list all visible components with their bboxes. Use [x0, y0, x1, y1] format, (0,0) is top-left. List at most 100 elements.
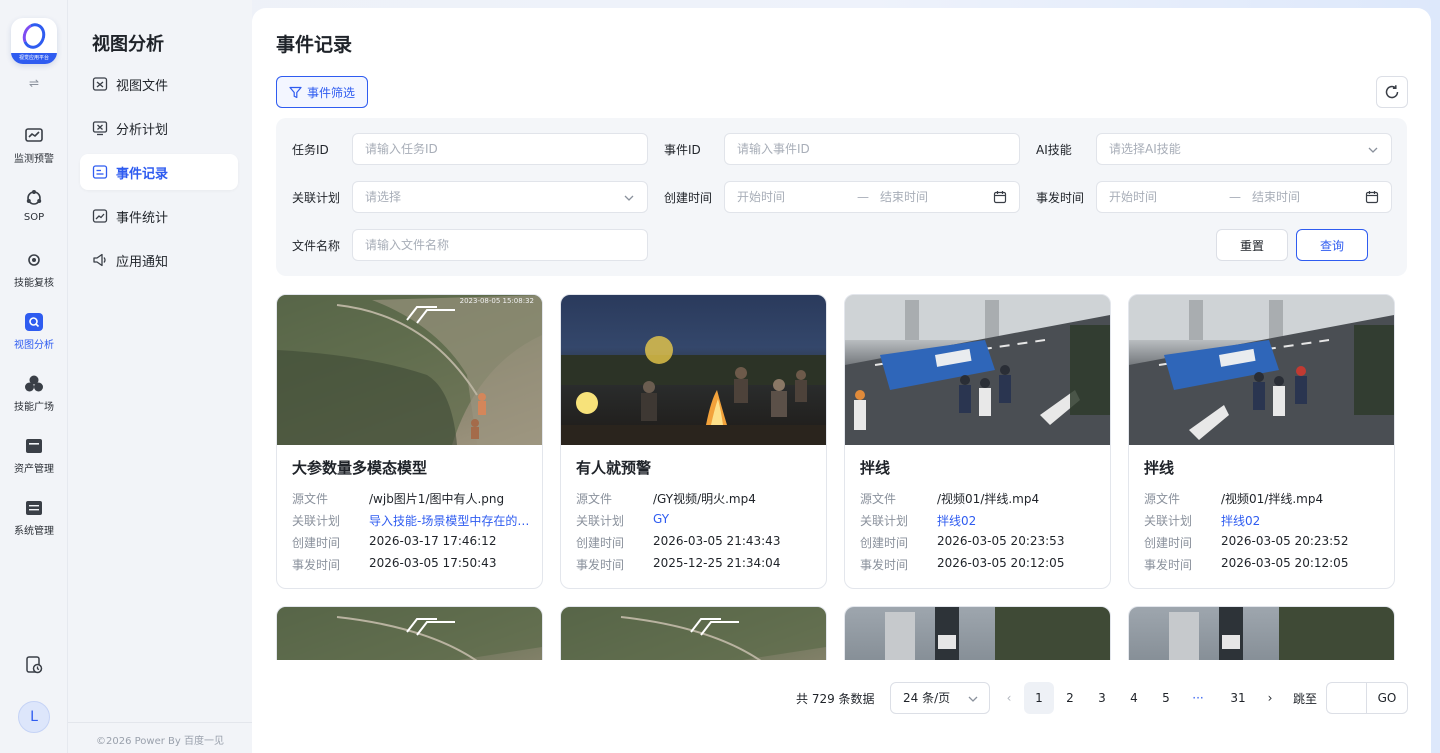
card-title: 大参数量多模态模型	[292, 459, 428, 477]
event-id-input[interactable]	[737, 134, 1019, 164]
ai-skill-label: AI技能	[1036, 143, 1072, 157]
collapse-toggle-icon[interactable]: ⇌	[22, 76, 46, 92]
refresh-button[interactable]	[1376, 76, 1408, 108]
page-button[interactable]: 3	[1087, 682, 1117, 714]
review-icon	[28, 254, 40, 266]
subnav-item-files[interactable]: 视图文件	[80, 66, 238, 102]
meta-key: 创建时间	[1144, 536, 1193, 550]
rail-item-monitor[interactable]: 监测预警	[0, 126, 68, 178]
rail-item-skill-plaza[interactable]: 技能广场	[0, 374, 68, 426]
monitor-icon	[25, 128, 43, 142]
file-name-field[interactable]	[352, 229, 648, 261]
river-scene	[561, 607, 826, 660]
rail-item-label: 监测预警	[14, 154, 54, 165]
page-button[interactable]: 2	[1055, 682, 1085, 714]
page-ellipsis[interactable]: ···	[1183, 682, 1213, 714]
calendar-icon	[993, 191, 1007, 204]
meta-value: 2026-03-05 20:23:52	[1221, 534, 1349, 548]
meta-value: /GY视频/明火.mp4	[653, 492, 756, 506]
occurred-end[interactable]: 结束时间	[1252, 182, 1300, 212]
avatar[interactable]: L	[18, 701, 50, 733]
page-button[interactable]: 31	[1223, 682, 1253, 714]
page-size-select[interactable]: 24 条/页	[890, 682, 990, 714]
ai-skill-select[interactable]: 请选择AI技能	[1096, 133, 1392, 165]
rail-item-label: SOP	[23, 212, 45, 223]
ai-skill-placeholder: 请选择AI技能	[1109, 142, 1181, 156]
go-button[interactable]: GO	[1366, 682, 1408, 714]
secondary-nav: 视图分析 视图文件 分析计划 事件记录 事件统计 应用通知 ©2026 Powe…	[68, 0, 252, 753]
meta-key: 关联计划	[292, 514, 341, 528]
jump-page-input[interactable]	[1327, 683, 1366, 713]
prev-page-icon[interactable]: ‹	[994, 682, 1024, 714]
system-icon	[26, 501, 42, 515]
event-card[interactable]: 2023-08-05 15:08:32 大参数量多模态模型 源文件/wjb图片1…	[276, 294, 543, 589]
subnav-item-records[interactable]: 事件记录	[80, 154, 238, 190]
subnav-item-label: 视图文件	[116, 78, 169, 94]
stats-icon	[92, 209, 108, 223]
plan-placeholder: 请选择	[365, 190, 402, 204]
history-icon[interactable]	[24, 655, 44, 675]
rail-item-view-analysis[interactable]: 视图分析	[0, 312, 68, 364]
rail-item-sop[interactable]: SOP	[0, 188, 68, 240]
card-title: 拌线	[860, 459, 891, 477]
plan-select[interactable]: 请选择	[352, 181, 648, 213]
created-start[interactable]: 开始时间	[737, 182, 785, 212]
event-id-field[interactable]	[724, 133, 1020, 165]
created-time-range[interactable]: 开始时间 — 结束时间	[724, 181, 1020, 213]
occurred-start[interactable]: 开始时间	[1109, 182, 1157, 212]
subnav-item-label: 分析计划	[116, 122, 169, 138]
card-title: 拌线	[1144, 459, 1175, 477]
city-scene	[885, 607, 1110, 660]
rail-item-system[interactable]: 系统管理	[0, 498, 68, 550]
meta-key: 关联计划	[1144, 514, 1193, 528]
main-panel: 事件记录 事件筛选 任务ID 事件ID AI技能 请选择AI技能 关联计划 请选…	[252, 8, 1431, 753]
event-card[interactable]	[276, 606, 543, 660]
occurred-time-range[interactable]: 开始时间 — 结束时间	[1096, 181, 1392, 213]
task-id-field[interactable]	[352, 133, 648, 165]
meta-value: 2026-03-05 20:12:05	[937, 556, 1065, 570]
event-card[interactable]	[560, 606, 827, 660]
logo-tag: 视觉应用平台	[11, 53, 57, 64]
event-card[interactable]: 拌线 源文件/视频01/拌线.mp4 关联计划 拌线02 创建时间 2026-03-…	[844, 294, 1111, 589]
file-name-input[interactable]	[365, 230, 647, 260]
meta-key: 关联计划	[860, 514, 909, 528]
event-card[interactable]	[1128, 606, 1395, 660]
subnav-item-notify[interactable]: 应用通知	[80, 242, 238, 278]
subnav-item-stats[interactable]: 事件统计	[80, 198, 238, 234]
page-button[interactable]: 4	[1119, 682, 1149, 714]
task-id-input[interactable]	[365, 134, 647, 164]
created-end[interactable]: 结束时间	[880, 182, 928, 212]
chevron-down-icon	[968, 696, 978, 702]
rail-item-review[interactable]: 技能复核	[0, 250, 68, 302]
subnav-item-plan[interactable]: 分析计划	[80, 110, 238, 146]
filter-icon	[289, 86, 302, 98]
page-button[interactable]: 1	[1024, 682, 1054, 714]
meta-key: 源文件	[576, 492, 613, 506]
plan-link[interactable]: 拌线02	[937, 512, 1099, 529]
left-rail: 视觉应用平台 ⇌ 监测预警 SOP 技能复核 视图分析 技能广场 资产管理 系统…	[0, 0, 68, 753]
reset-button[interactable]: 重置	[1216, 229, 1288, 261]
query-button[interactable]: 查询	[1296, 229, 1368, 261]
plan-link[interactable]: GY	[653, 512, 815, 526]
created-time-label: 创建时间	[664, 191, 713, 205]
plan-link[interactable]: 拌线02	[1221, 512, 1383, 529]
event-card[interactable]	[844, 606, 1111, 660]
next-page-icon[interactable]: ›	[1255, 682, 1285, 714]
meta-value: /视频01/拌线.mp4	[1221, 492, 1324, 506]
asset-icon	[26, 439, 42, 453]
occurred-time-label: 事发时间	[1036, 191, 1085, 205]
page-button[interactable]: 5	[1151, 682, 1181, 714]
meta-key: 创建时间	[292, 536, 341, 550]
meta-value: /wjb图片1/图中有人.png	[369, 492, 505, 506]
jump-page-field[interactable]	[1326, 682, 1366, 714]
jump-label: 跳至	[1293, 692, 1318, 706]
meta-key: 关联计划	[576, 514, 625, 528]
rail-item-asset[interactable]: 资产管理	[0, 436, 68, 488]
event-thumbnail	[845, 295, 1110, 445]
app-logo[interactable]: 视觉应用平台	[11, 18, 57, 64]
card-title: 有人就预警	[576, 459, 652, 477]
event-card[interactable]: 拌线 源文件/视频01/拌线.mp4 关联计划 拌线02 创建时间 2026-03-…	[1128, 294, 1395, 589]
event-card[interactable]: 有人就预警 源文件/GY视频/明火.mp4 关联计划 GY 创建时间 2026-03…	[560, 294, 827, 589]
event-filter-button[interactable]: 事件筛选	[276, 76, 368, 108]
plan-link[interactable]: 导入技能-场景模型中存在的技能	[369, 512, 531, 529]
